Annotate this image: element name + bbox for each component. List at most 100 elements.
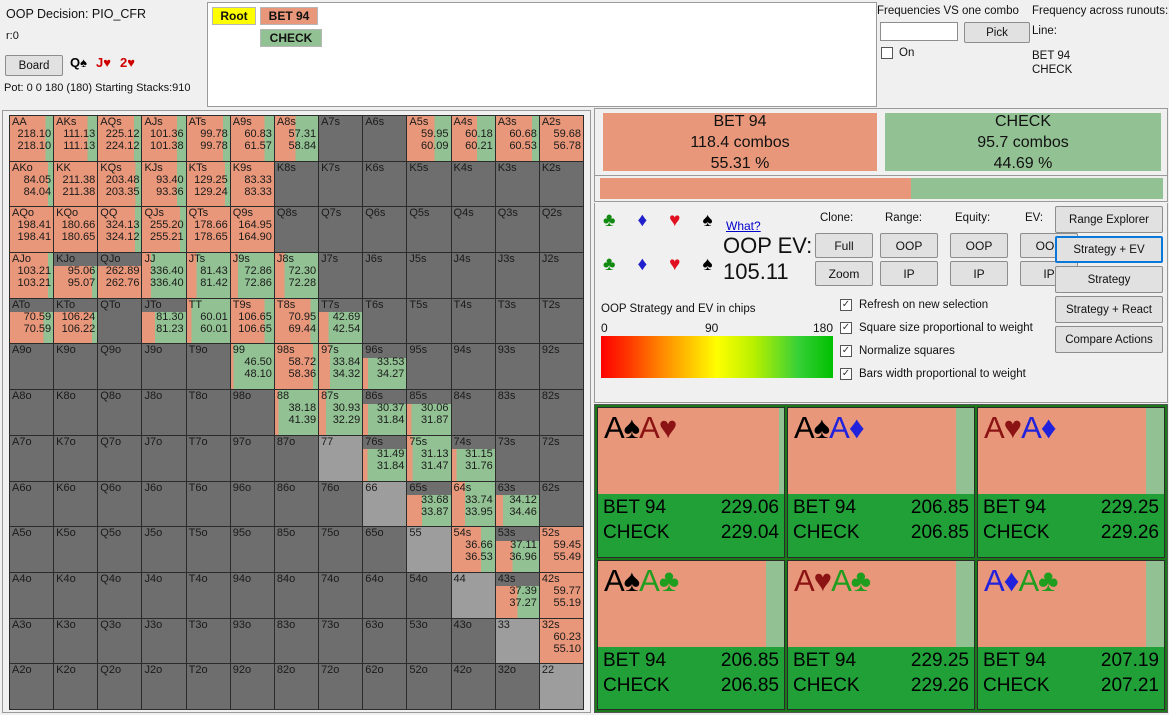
matrix-cell[interactable]: 86s 30.37 31.84 [363,390,407,435]
matrix-cell[interactable]: AKs 111.13 111.13 [54,116,98,161]
matrix-cell[interactable]: 55 [407,527,451,572]
matrix-cell[interactable]: KQo 180.66 180.65 [54,207,98,253]
matrix-cell[interactable]: A5o [10,527,54,572]
matrix-cell[interactable]: A9o [10,344,54,390]
matrix-cell[interactable]: 94s [451,344,495,390]
matrix-cell[interactable]: 82o [274,664,319,709]
matrix-cell[interactable]: 88 38.18 41.39 [274,390,319,435]
matrix-cell[interactable]: QJo 262.89 262.76 [98,253,142,298]
matrix-cell[interactable]: A7o [10,435,54,481]
suit-filter-row-2[interactable]: ♣ ♦ ♥ ♠ [603,255,713,274]
view-button-compare-actions[interactable]: Compare Actions [1055,326,1163,353]
matrix-cell[interactable]: AA 218.10 218.10 [10,116,54,161]
matrix-cell[interactable]: Q4o [98,572,142,618]
matrix-cell[interactable]: 66 [363,481,407,527]
matrix-cell[interactable]: 93s [495,344,539,390]
matrix-cell[interactable]: 33 [495,618,539,664]
matrix-cell[interactable]: QQ 324.13 324.12 [98,207,142,253]
matrix-cell[interactable]: Q8s [274,207,319,253]
matrix-cell[interactable]: J3s [495,253,539,298]
matrix-cell[interactable]: J7o [142,435,186,481]
matrix-cell[interactable]: A5s 59.95 60.09 [407,116,451,161]
matrix-cell[interactable]: 43s 37.39 37.27 [495,572,539,618]
matrix-cell[interactable]: AQs 225.12 224.12 [98,116,142,161]
matrix-cell[interactable]: 22 [539,664,583,709]
matrix-cell[interactable]: K9o [54,344,98,390]
matrix-cell[interactable]: 92o [230,664,274,709]
matrix-cell[interactable]: A8s 57.31 58.84 [274,116,319,161]
what-help-link[interactable]: What? [726,219,761,233]
matrix-cell[interactable]: A6s [363,116,407,161]
combo-card[interactable]: A♠A♥ BET 94 229.06 CHECK 229.04 [597,407,785,558]
option-checkbox-row[interactable]: ✓ Bars width proportional to weight [840,368,1026,380]
matrix-cell[interactable]: T4s [451,298,495,344]
tree-node-bet[interactable]: BET 94 [260,7,318,25]
matrix-cell[interactable]: 83s [495,390,539,435]
matrix-cell[interactable]: K6o [54,481,98,527]
matrix-cell[interactable]: 74s 31.15 31.76 [451,435,495,481]
matrix-cell[interactable]: T8s 70.95 69.44 [274,298,319,344]
view-button-strategy-ev[interactable]: Strategy + EV [1055,236,1163,263]
matrix-cell[interactable]: J9s 72.86 72.86 [230,253,274,298]
frequency-combo-input[interactable] [880,22,958,41]
matrix-cell[interactable]: J6o [142,481,186,527]
matrix-cell[interactable]: 76s 31.49 31.84 [363,435,407,481]
matrix-cell[interactable]: 64o [363,572,407,618]
matrix-cell[interactable]: 32s 60.23 55.10 [539,618,583,664]
matrix-cell[interactable]: KTo 106.24 106.22 [54,298,98,344]
matrix-cell[interactable]: T8o [186,390,230,435]
matrix-cell[interactable]: 75s 31.13 31.47 [407,435,451,481]
matrix-cell[interactable]: 72s [539,435,583,481]
matrix-cell[interactable]: J2s [539,253,583,298]
matrix-cell[interactable]: 44 [451,572,495,618]
matrix-cell[interactable]: K2s [539,161,583,207]
matrix-cell[interactable]: Q9o [98,344,142,390]
matrix-cell[interactable]: T4o [186,572,230,618]
matrix-cell[interactable]: T2s [539,298,583,344]
matrix-cell[interactable]: K3o [54,618,98,664]
matrix-cell[interactable]: ATs 99.78 99.78 [186,116,230,161]
matrix-cell[interactable]: A4o [10,572,54,618]
heart-icon[interactable]: ♥ [669,211,680,230]
matrix-cell[interactable]: TT 60.01 60.01 [186,298,230,344]
matrix-cell[interactable]: Q5s [407,207,451,253]
clone-button-top[interactable]: Full [815,233,873,258]
pick-button[interactable]: Pick [964,22,1030,43]
matrix-cell[interactable]: 94o [230,572,274,618]
matrix-cell[interactable]: Q4s [451,207,495,253]
matrix-cell[interactable]: J5o [142,527,186,572]
matrix-cell[interactable]: Q6s [363,207,407,253]
matrix-cell[interactable]: 65s 33.68 33.87 [407,481,451,527]
matrix-cell[interactable]: JJ 336.40 336.40 [142,253,186,298]
matrix-cell[interactable]: 87o [274,435,319,481]
matrix-cell[interactable]: K4o [54,572,98,618]
matrix-cell[interactable]: K8s [274,161,319,207]
matrix-cell[interactable]: 86o [274,481,319,527]
matrix-cell[interactable]: K5s [407,161,451,207]
option-checkbox[interactable]: ✓ [840,345,852,357]
matrix-cell[interactable]: K7o [54,435,98,481]
matrix-cell[interactable]: AJo 103.21 103.21 [10,253,54,298]
diamond-icon[interactable]: ♦ [637,255,647,274]
matrix-cell[interactable]: Q7s [319,207,363,253]
option-checkbox[interactable]: ✓ [840,299,852,311]
matrix-cell[interactable]: QTo [98,298,142,344]
tree-node-check[interactable]: CHECK [260,29,322,47]
matrix-cell[interactable]: 75o [319,527,363,572]
matrix-cell[interactable]: 53o [407,618,451,664]
matrix-cell[interactable]: A7s [319,116,363,161]
matrix-cell[interactable]: 42s 59.77 55.19 [539,572,583,618]
clone-button-bottom[interactable]: Zoom [815,261,873,286]
view-button-strategy[interactable]: Strategy [1055,266,1163,293]
matrix-cell[interactable]: Q9s 164.95 164.90 [230,207,274,253]
matrix-cell[interactable]: 95s [407,344,451,390]
matrix-cell[interactable]: A8o [10,390,54,435]
matrix-cell[interactable]: AQo 198.41 198.41 [10,207,54,253]
matrix-cell[interactable]: K5o [54,527,98,572]
view-button-strategy-react[interactable]: Strategy + React [1055,296,1163,323]
matrix-cell[interactable]: A4s 60.18 60.21 [451,116,495,161]
matrix-cell[interactable]: 72o [319,664,363,709]
diamond-icon[interactable]: ♦ [637,211,647,230]
matrix-cell[interactable]: K9s 83.33 83.33 [230,161,274,207]
matrix-cell[interactable]: ATo 70.59 70.59 [10,298,54,344]
